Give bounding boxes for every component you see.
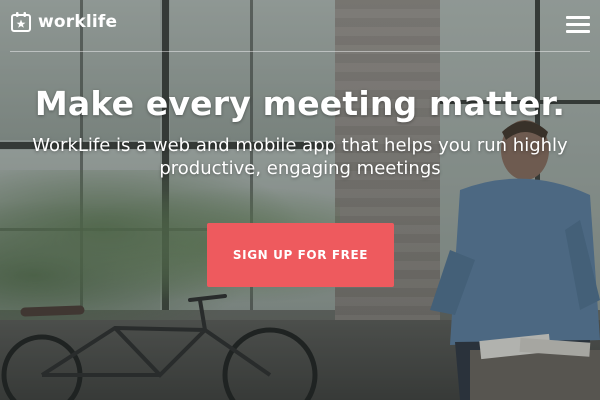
background-dim-overlay <box>0 0 600 400</box>
hero-headline: Make every meeting matter. <box>34 84 566 123</box>
sign-up-button[interactable]: SIGN UP FOR FREE <box>207 223 394 287</box>
brand-name: worklife <box>38 12 118 32</box>
hero-subheadline: WorkLife is a web and mobile app that he… <box>32 135 568 179</box>
brand-logo-link[interactable]: worklife <box>10 11 117 33</box>
hero-background-photo <box>0 0 600 400</box>
hero-section: Make every meeting matter. WorkLife is a… <box>0 82 600 180</box>
calendar-star-icon <box>11 12 31 32</box>
top-navigation-bar: worklife <box>0 0 600 52</box>
hamburger-menu-icon[interactable] <box>566 16 590 34</box>
header-divider <box>10 51 590 52</box>
